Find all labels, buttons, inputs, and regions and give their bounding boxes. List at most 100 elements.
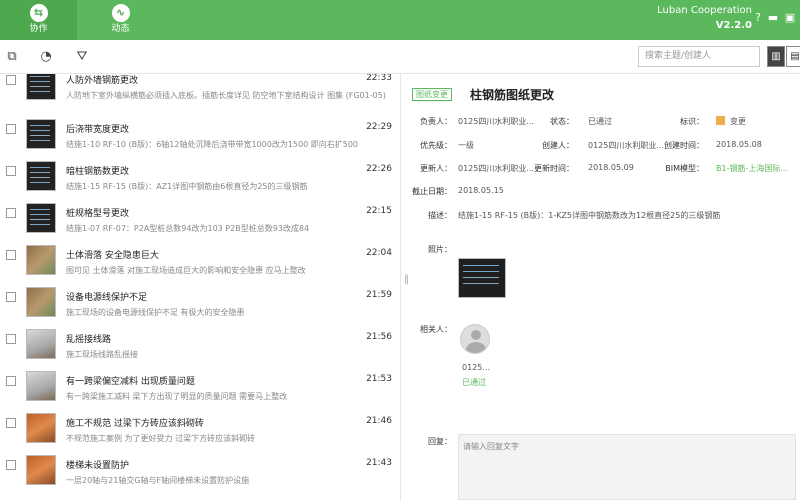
creator-label: 创建人： [542,141,574,150]
issue-list: 人防外墙钢筋更改 人防地下室外墙纵横筋必须插入底板。插筋长度详见 防空地下室结构… [0,74,400,500]
list-item[interactable]: 人防外墙钢筋更改 人防地下室外墙纵横筋必须插入底板。插筋长度详见 防空地下室结构… [0,74,400,112]
row-time: 21:56 [366,332,392,342]
row-thumbnail [26,287,56,317]
row-desc: 施工现场的设备电源线保护不足 有极大的安全隐患 [66,308,245,317]
maximize-icon[interactable]: ▣ [784,12,796,24]
photo-label: 照片： [428,245,452,254]
list-view-icon[interactable]: ▥ [767,46,785,67]
row-time: 21:53 [366,374,392,384]
row-thumbnail [26,245,56,275]
list-item[interactable]: 土体滑落 安全隐患巨大 图可见 土体滑落 对施工现场造成巨大的影响和安全隐患 应… [0,245,400,287]
bim-label: BIM模型： [665,164,704,173]
list-item[interactable]: 后浇带宽度更改 结施1-10 RF-10 (B版)：6轴12轴处沉降后浇带带宽1… [0,119,400,161]
description-value: 结施1-15 RF-15 (B版)：1-KZ5详图中钢筋数改为12根直径25的三… [458,211,721,220]
row-checkbox[interactable] [6,418,16,428]
list-item[interactable]: 有一跨梁偏空减料 出现质量问题 有一跨梁施工减料 梁下方出现了明显的质量问题 需… [0,371,400,413]
updated-label: 更新时间： [534,164,574,173]
row-title: 土体滑落 安全隐患巨大 [66,251,159,261]
row-desc: 施工现场线路乱摇接 [66,350,138,359]
row-time: 22:04 [366,248,392,258]
updater-value: 0125四川水利职业... [458,164,534,173]
priority-value: 一级 [458,141,474,150]
new-icon[interactable]: ⧉ [4,49,20,65]
row-title: 楼梯未设置防护 [66,461,130,471]
toolbar: ⧉ ◔ ⛛ 搜索主题/创建人 ▥ ▤ [0,40,800,74]
filter-icon[interactable]: ⛛ [74,49,90,65]
reply-input[interactable]: 请输入回复文字 [458,434,796,500]
row-title: 桩规格型号更改 [66,209,130,219]
detail-title: 柱钢筋图纸更改 [470,88,555,102]
list-item[interactable]: 乱摇接线路 施工现场线路乱摇接 21:56 [0,329,400,371]
status-label: 状态： [550,117,574,126]
related-status: 已通过 [462,378,486,387]
bim-link[interactable]: B1-钢筋-上海国际... [716,163,788,174]
row-thumbnail [26,161,56,191]
row-thumbnail [26,455,56,485]
row-thumbnail [26,119,56,149]
row-time: 22:33 [366,74,392,83]
app-version: V2.2.0 [715,20,752,31]
row-time: 21:43 [366,458,392,468]
updater-label: 更新人： [420,164,452,173]
related-name: 0125... [462,363,490,372]
row-checkbox[interactable] [6,292,16,302]
priority-label: 优先级： [420,141,452,150]
row-desc: 人防地下室外墙纵横筋必须插入底板。插筋长度详见 防空地下室结构设计 图集 (FG… [66,91,386,100]
chart-icon[interactable]: ◔ [38,49,54,65]
row-time: 21:46 [366,416,392,426]
collab-icon: ⇆ [29,4,48,22]
search-input[interactable]: 搜索主题/创建人 [638,46,760,67]
grid-view-icon[interactable]: ▤ [786,46,800,67]
minimize-icon[interactable]: ▬ [767,12,779,24]
row-desc: 结施1-10 RF-10 (B版)：6轴12轴处沉降后浇带带宽1000改为150… [66,140,358,149]
row-time: 22:26 [366,164,392,174]
row-title: 后浇带宽度更改 [66,125,130,135]
help-icon[interactable]: ? [752,12,764,24]
row-title: 人防外墙钢筋更改 [66,76,139,86]
row-thumbnail [26,329,56,359]
row-desc: 结施1-07 RF-07：P2A型桩总数94改为103 P2B型桩总数93改成8… [66,224,310,233]
reply-label: 回复： [428,437,452,446]
app-header: ⇆ 协作 ∿ 动态 Luban Cooperation V2.2.0 ? ▬ ▣ [0,0,800,40]
collapse-icon[interactable]: ‖ [404,274,409,285]
row-checkbox[interactable] [6,208,16,218]
row-checkbox[interactable] [6,334,16,344]
row-desc: 一层20轴与21轴交G轴与F轴间楼梯未设置防护设施 [66,476,250,485]
tab-activity[interactable]: ∿ 动态 [82,0,159,40]
row-checkbox[interactable] [6,75,16,85]
row-checkbox[interactable] [6,124,16,134]
row-thumbnail [26,413,56,443]
row-desc: 结施1-15 RF-15 (B版)：AZ1详图中钢筋由6根直径为25的三级钢筋 [66,182,308,191]
deadline-value: 2018.05.15 [458,186,504,195]
mark-value: 变更 [730,117,746,126]
tab-collab-label: 协作 [29,24,48,34]
row-desc: 图可见 土体滑落 对施工现场造成巨大的影响和安全隐患 应马上整改 [66,266,306,275]
created-value: 2018.05.08 [716,140,762,149]
list-item[interactable]: 施工不规范 过梁下方砖应该斜砌砖 不规范施工案例 为了更好受力 过梁下方砖应该斜… [0,413,400,455]
row-checkbox[interactable] [6,166,16,176]
tab-collab[interactable]: ⇆ 协作 [0,0,77,40]
list-item[interactable]: 桩规格型号更改 结施1-07 RF-07：P2A型桩总数94改为103 P2B型… [0,203,400,245]
row-desc: 有一跨梁施工减料 梁下方出现了明显的质量问题 需要马上整改 [66,392,288,401]
row-time: 21:59 [366,290,392,300]
category-tag: 图纸变更 [412,88,452,101]
row-checkbox[interactable] [6,376,16,386]
avatar[interactable] [460,324,490,354]
row-title: 暗柱钢筋数更改 [66,167,130,177]
app-name: Luban Cooperation [657,5,752,16]
mark-label: 标识： [680,117,704,126]
row-desc: 不规范施工案例 为了更好受力 过梁下方砖应该斜砌砖 [66,434,256,443]
row-checkbox[interactable] [6,250,16,260]
deadline-label: 截止日期： [412,187,452,196]
list-item[interactable]: 楼梯未设置防护 一层20轴与21轴交G轴与F轴间楼梯未设置防护设施 21:43 [0,455,400,497]
row-title: 有一跨梁偏空减料 出现质量问题 [66,377,195,387]
detail-panel: 图纸变更 柱钢筋图纸更改 负责人： 0125四川水利职业... 状态： 已通过 … [410,74,800,500]
creator-value: 0125四川水利职业... [588,141,664,150]
photo-thumbnail[interactable] [458,258,506,298]
row-checkbox[interactable] [6,460,16,470]
row-thumbnail [26,371,56,401]
list-item[interactable]: 设备电源线保护不足 施工现场的设备电源线保护不足 有极大的安全隐患 21:59 [0,287,400,329]
list-item[interactable]: 暗柱钢筋数更改 结施1-15 RF-15 (B版)：AZ1详图中钢筋由6根直径为… [0,161,400,203]
updated-value: 2018.05.09 [588,163,634,172]
row-title: 乱摇接线路 [66,335,112,345]
